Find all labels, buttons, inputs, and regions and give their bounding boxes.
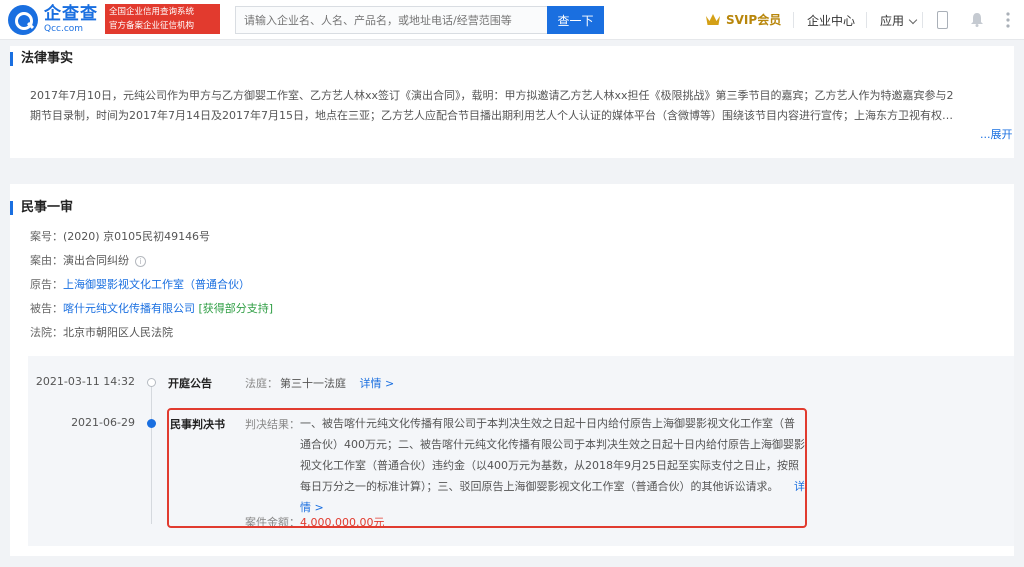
svip-link[interactable]: SVIP会员 [705,11,781,28]
search-input[interactable] [235,6,547,34]
crown-icon [706,13,720,25]
divider [866,12,867,28]
search-button[interactable]: 查一下 [547,6,604,34]
case-number-row: 案号：(2020) 京0105民初49146号 [30,228,210,244]
detail-link[interactable]: 详情 > [360,377,395,390]
plaintiff-label: 原告： [30,278,63,291]
section-title-case: 民事一审 [10,201,73,215]
defendant-label: 被告： [30,302,63,315]
more-icon[interactable] [1006,11,1010,29]
timeline-date: 2021-03-11 14:32 [35,375,135,388]
cause-label: 案由： [30,254,63,267]
apps-menu[interactable]: 应用 [880,12,918,29]
badge-line-2: 官方备案企业征信机构 [109,21,195,31]
defendant-link[interactable]: 喀什元纯文化传播有限公司 [63,302,195,315]
court-name: 北京市朝阳区人民法院 [63,326,173,339]
court-room: 第三十一法庭 [280,377,346,390]
legal-facts-text: 2017年7月10日，元纯公司作为甲方与乙方御婴工作室、乙方艺人林xx签订《演出… [30,86,1014,126]
court-row: 法院：北京市朝阳区人民法院 [30,324,173,340]
timeline-dot [147,419,156,428]
logo-text-en: Qcc.com [44,24,84,34]
svip-label: SVIP会员 [726,13,782,27]
info-icon[interactable]: i [135,255,146,267]
timeline-dot [147,378,156,387]
case-number: (2020) 京0105民初49146号 [63,230,211,243]
divider [922,12,923,28]
search-logo-icon [8,5,38,35]
plaintiff-row: 原告：上海御婴影视文化工作室（普通合伙） [30,276,250,292]
highlight-box [167,408,807,528]
facts-body: 2017年7月10日，元纯公司作为甲方与乙方御婴工作室、乙方艺人林xx签订《演出… [30,89,954,122]
top-header: 企查查 Qcc.com 全国企业信用查询系统 官方备案企业征信机构 查一下 SV… [0,0,1024,40]
timeline-date: 2021-06-29 [71,416,135,429]
expand-link[interactable]: ...展开 [980,126,1013,142]
apps-label: 应用 [880,14,905,28]
section-title-facts: 法律事实 [10,52,73,66]
timeline-label: 法庭： [245,377,278,390]
support-tag: [获得部分支持] [198,302,274,315]
timeline-line [151,384,152,524]
timeline-value: 第三十一法庭 详情 > [280,375,394,391]
divider [793,12,794,28]
enterprise-center-link[interactable]: 企业中心 [807,12,855,29]
phone-icon[interactable] [937,11,948,29]
chevron-down-icon [908,15,918,25]
bell-icon[interactable] [970,12,984,27]
credit-badge: 全国企业信用查询系统 官方备案企业征信机构 [105,4,220,34]
plaintiff-link[interactable]: 上海御婴影视文化工作室（普通合伙） [63,278,250,291]
case-cause-row: 案由：演出合同纠纷 i [30,252,146,268]
logo-text-cn: 企查查 [44,4,98,24]
timeline-type: 开庭公告 [168,377,212,390]
badge-line-1: 全国企业信用查询系统 [109,7,195,17]
case-cause: 演出合同纠纷 [63,254,129,267]
court-label: 法院： [30,326,63,339]
case-number-label: 案号： [30,230,63,243]
defendant-row: 被告：喀什元纯文化传播有限公司 [获得部分支持] [30,300,273,316]
logo[interactable]: 企查查 Qcc.com [8,5,98,35]
